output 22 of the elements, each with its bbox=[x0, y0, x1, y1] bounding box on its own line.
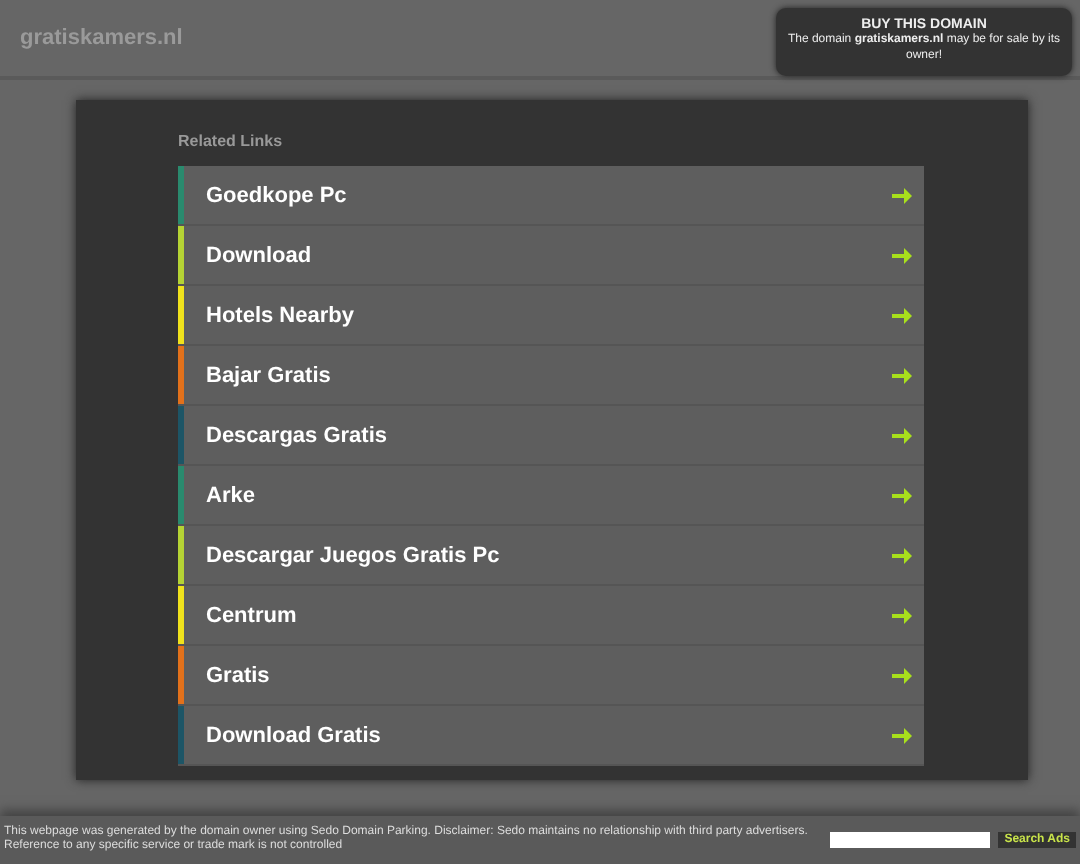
related-link[interactable]: Centrum bbox=[178, 586, 924, 646]
arrow-icon bbox=[892, 427, 912, 443]
related-link[interactable]: Descargas Gratis bbox=[178, 406, 924, 466]
arrow-icon bbox=[892, 607, 912, 623]
search-field[interactable] bbox=[830, 832, 991, 848]
related-link[interactable]: Goedkope Pc bbox=[178, 166, 924, 226]
arrow-icon bbox=[892, 547, 912, 563]
section-title: Related Links bbox=[178, 132, 283, 150]
arrow-icon bbox=[892, 187, 912, 203]
related-link[interactable]: Download bbox=[178, 226, 924, 286]
related-link[interactable]: Descargar Juegos Gratis Pc bbox=[178, 526, 924, 586]
arrow-icon bbox=[892, 727, 912, 743]
related-link[interactable]: Bajar Gratis bbox=[178, 346, 924, 406]
arrow-icon bbox=[892, 247, 912, 263]
arrow-icon bbox=[892, 487, 912, 503]
related-link[interactable]: Hotels Nearby bbox=[178, 286, 924, 346]
arrow-icon bbox=[892, 367, 912, 383]
related-link[interactable]: Gratis bbox=[178, 646, 924, 706]
arrow-icon bbox=[892, 307, 912, 323]
arrow-icon bbox=[892, 667, 912, 683]
related-link[interactable]: Arke bbox=[178, 466, 924, 526]
related-link[interactable]: Download Gratis bbox=[178, 706, 924, 766]
